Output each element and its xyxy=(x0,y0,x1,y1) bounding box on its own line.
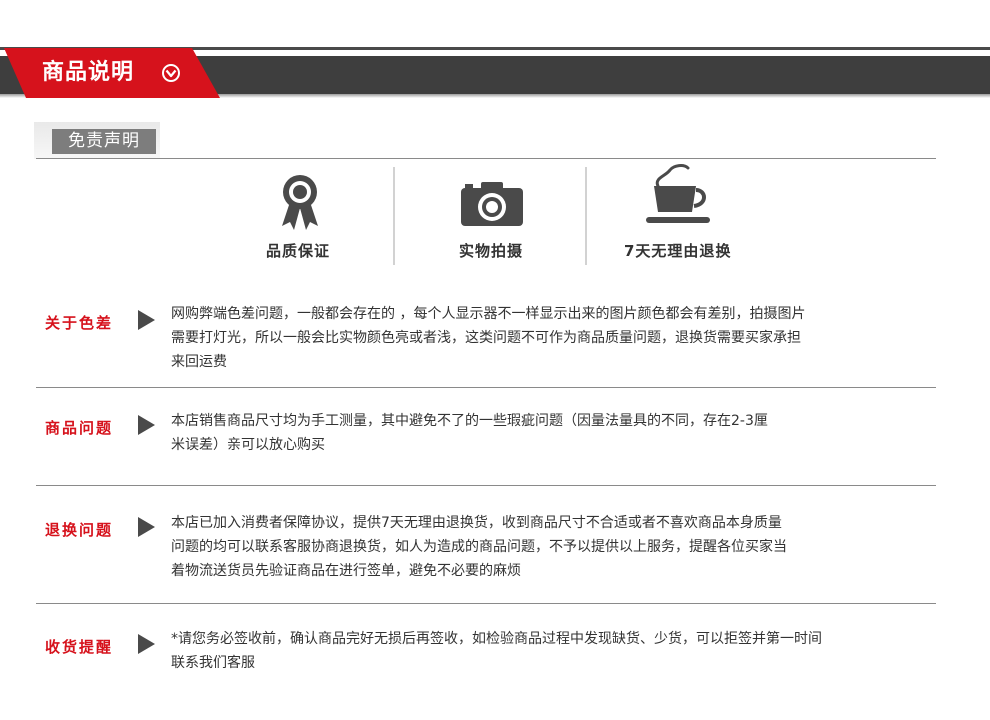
divider xyxy=(36,387,936,388)
divider xyxy=(36,603,936,604)
notice-line: 本店销售商品尺寸均为手工测量，其中避免不了的一些瑕疵问题（因量法量具的不同，存在… xyxy=(171,413,768,429)
feature-label-quality: 品质保证 xyxy=(266,242,331,260)
arrow-right-icon xyxy=(138,310,155,330)
page-title: 商品说明 xyxy=(42,60,135,85)
notice-line: 本店已加入消费者保障协议，提供7天无理由退换货，收到商品尺寸不合适或者不喜欢商品… xyxy=(171,515,782,531)
notice-title: 退换问题 xyxy=(45,521,114,539)
notice-line: 来回运费 xyxy=(171,354,227,370)
notice-text: *请您务必签收前，确认商品完好无损后再签收，如检验商品过程中发现缺货、少货，可以… xyxy=(171,627,931,675)
notice-text: 本店销售商品尺寸均为手工测量，其中避免不了的一些瑕疵问题（因量法量具的不同，存在… xyxy=(171,409,931,457)
notice-text: 网购弊端色差问题，一般都会存在的 ，每个人显示器不一样显示出来的图片颜色都会有差… xyxy=(171,302,931,374)
notice-line: 着物流送货员先验证商品在进行签单，避免不必要的麻烦 xyxy=(171,563,521,579)
notice-text: 本店已加入消费者保障协议，提供7天无理由退换货，收到商品尺寸不合适或者不喜欢商品… xyxy=(171,511,931,583)
award-ribbon-icon xyxy=(282,175,318,230)
notice-line: 需要打灯光，所以一般会比实物颜色亮或者浅，这类问题不可作为商品质量问题，退换货需… xyxy=(171,330,801,346)
arrow-right-icon xyxy=(138,415,155,435)
divider xyxy=(36,158,936,159)
arrow-right-icon xyxy=(138,517,155,537)
divider xyxy=(36,485,936,486)
feature-label-7day-return: 7天无理由退换 xyxy=(624,242,732,260)
notice-line: 米误差）亲可以放心购买 xyxy=(171,437,325,453)
notice-line: 联系我们客服 xyxy=(171,655,255,671)
chevron-circle-icon xyxy=(162,64,180,82)
camera-icon xyxy=(461,182,523,226)
notice-line: *请您务必签收前，确认商品完好无损后再签收，如检验商品过程中发现缺货、少货，可以… xyxy=(171,631,822,647)
feature-separator xyxy=(393,167,395,265)
notice-title: 关于色差 xyxy=(45,314,114,332)
notice-title: 商品问题 xyxy=(45,419,114,437)
feature-separator xyxy=(585,167,587,265)
feature-label-real-photo: 实物拍摄 xyxy=(459,242,524,260)
arrow-right-icon xyxy=(138,634,155,654)
notice-line: 网购弊端色差问题，一般都会存在的 ，每个人显示器不一样显示出来的图片颜色都会有差… xyxy=(171,306,806,322)
disclaimer-label: 免责声明 xyxy=(52,129,156,154)
notice-title: 收货提醒 xyxy=(45,638,114,656)
coffee-cup-icon xyxy=(646,164,710,223)
notice-line: 问题的均可以联系客服协商退换货，如人为造成的商品问题，不予以提供以上服务，提醒各… xyxy=(171,539,787,555)
